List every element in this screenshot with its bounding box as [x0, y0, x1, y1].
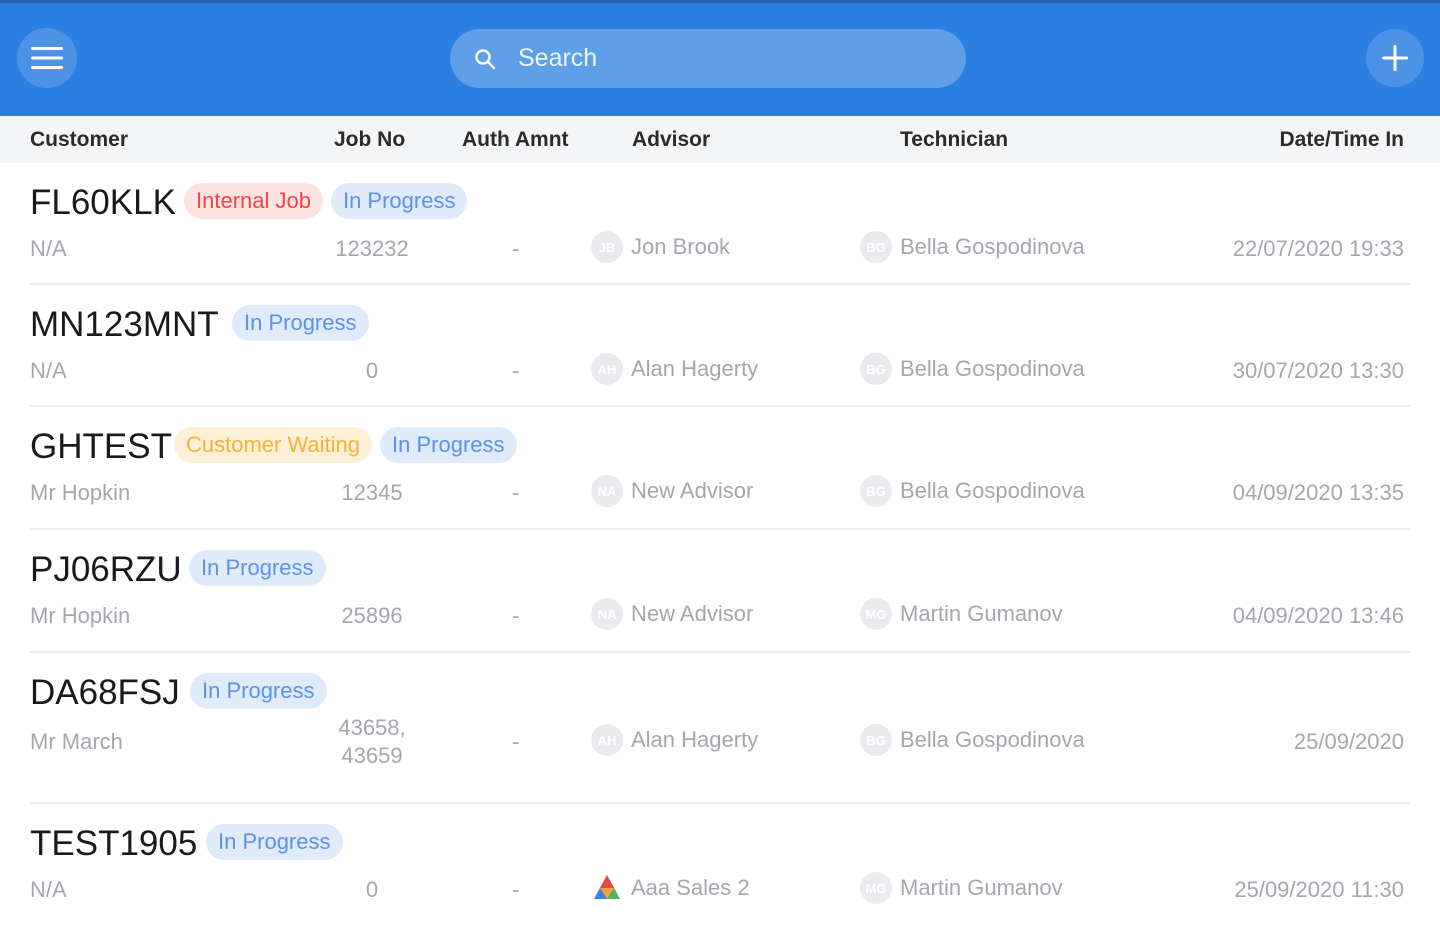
customer-name: Mr Hopkin	[30, 480, 131, 505]
table-row[interactable]: GHTEST Customer Waiting In Progress Mr H…	[0, 407, 1440, 530]
status-badge: In Progress	[380, 427, 517, 463]
advisor-name: Alan Hagerty	[631, 727, 759, 752]
table-row[interactable]: PJ06RZU In Progress Mr Hopkin 25896 - NA…	[0, 530, 1440, 653]
status-badge: In Progress	[189, 550, 326, 586]
customer-name: N/A	[30, 877, 67, 902]
advisor: JB Jon Brook	[591, 231, 730, 263]
technician-name: Bella Gospodinova	[900, 234, 1085, 259]
status-badge: In Progress	[190, 673, 327, 709]
technician: BG Bella Gospodinova	[860, 724, 1085, 756]
auth-amount: -	[512, 603, 520, 628]
advisor: NA New Advisor	[591, 598, 753, 630]
internal-job-badge: Internal Job	[184, 183, 323, 219]
technician: BG Bella Gospodinova	[860, 353, 1085, 385]
column-header-technician[interactable]: Technician	[900, 128, 1008, 152]
technician: MG Martin Gumanov	[860, 598, 1063, 630]
job-number-line: 43659	[341, 743, 403, 768]
logo-icon	[591, 872, 623, 904]
customer-name: N/A	[30, 236, 67, 261]
customer-waiting-badge: Customer Waiting	[174, 427, 373, 463]
search-input[interactable]	[518, 44, 918, 73]
table-row[interactable]: MN123MNT In Progress N/A 0 - AH Alan Hag…	[0, 285, 1440, 407]
technician-name: Martin Gumanov	[900, 875, 1063, 900]
column-header-advisor[interactable]: Advisor	[632, 128, 710, 152]
job-number: 0	[365, 877, 379, 902]
avatar: MG	[860, 598, 892, 630]
search-icon	[472, 46, 498, 72]
customer-name: Mr March	[30, 729, 123, 754]
job-number: 0	[365, 358, 379, 383]
vehicle-reg: FL60KLK	[30, 183, 176, 222]
avatar: BG	[860, 475, 892, 507]
avatar: JB	[591, 231, 623, 263]
advisor-name: New Advisor	[631, 478, 754, 503]
advisor-name: Jon Brook	[631, 234, 731, 259]
technician-name: Bella Gospodinova	[900, 356, 1085, 381]
menu-button[interactable]	[17, 28, 77, 88]
avatar: AH	[591, 724, 623, 756]
top-app-bar	[0, 0, 1440, 116]
technician: BG Bella Gospodinova	[860, 475, 1085, 507]
job-list: FL60KLK Internal Job In Progress N/A 123…	[0, 163, 1440, 926]
vehicle-reg: DA68FSJ	[30, 673, 180, 712]
technician: BG Bella Gospodinova	[860, 231, 1085, 263]
vehicle-reg: GHTEST	[30, 427, 172, 466]
table-row[interactable]: TEST1905 In Progress N/A 0 - Aaa Sales 2…	[0, 804, 1440, 926]
date-time-in: 04/09/2020 13:35	[1232, 480, 1404, 505]
auth-amount: -	[512, 480, 520, 505]
date-time-in: 25/09/2020	[1293, 729, 1404, 754]
auth-amount: -	[512, 877, 520, 902]
avatar: MG	[860, 872, 892, 904]
job-number: 25896	[341, 603, 403, 628]
column-header-customer[interactable]: Customer	[30, 128, 128, 152]
technician-name: Bella Gospodinova	[900, 478, 1085, 503]
column-header-job-no[interactable]: Job No	[334, 128, 405, 152]
date-time-in: 30/07/2020 13:30	[1232, 358, 1404, 383]
technician-name: Martin Gumanov	[900, 601, 1063, 626]
auth-amount: -	[512, 358, 520, 383]
status-badge: In Progress	[232, 305, 369, 341]
job-number: 12345	[341, 480, 403, 505]
avatar: BG	[860, 231, 892, 263]
auth-amount: -	[512, 236, 520, 261]
advisor: Aaa Sales 2	[591, 872, 750, 904]
plus-icon	[1382, 45, 1408, 71]
date-time-in: 25/09/2020 11:30	[1234, 877, 1404, 902]
date-time-in: 04/09/2020 13:46	[1232, 603, 1404, 628]
table-row[interactable]: FL60KLK Internal Job In Progress N/A 123…	[0, 163, 1440, 285]
search-bar[interactable]	[450, 29, 966, 88]
status-badge: In Progress	[206, 824, 343, 860]
advisor: NA New Advisor	[591, 475, 753, 507]
hamburger-menu-icon	[31, 47, 63, 69]
advisor: AH Alan Hagerty	[591, 724, 758, 756]
avatar: NA	[591, 598, 623, 630]
job-number-line: 43658,	[338, 715, 406, 740]
column-header-auth-amnt[interactable]: Auth Amnt	[462, 128, 569, 152]
avatar: BG	[860, 353, 892, 385]
customer-name: N/A	[30, 358, 67, 383]
avatar: AH	[591, 353, 623, 385]
technician: MG Martin Gumanov	[860, 872, 1063, 904]
status-edge	[0, 0, 1440, 3]
date-time-in: 22/07/2020 19:33	[1232, 236, 1404, 261]
table-row[interactable]: DA68FSJ In Progress Mr March 43658, 4365…	[0, 653, 1440, 804]
customer-name: Mr Hopkin	[30, 603, 131, 628]
table-header: Customer Job No Auth Amnt Advisor Techni…	[0, 116, 1440, 163]
vehicle-reg: TEST1905	[30, 824, 198, 863]
advisor-name: New Advisor	[631, 601, 754, 626]
job-number: 43658, 43659	[312, 714, 432, 770]
status-badge: In Progress	[330, 183, 468, 219]
technician-name: Bella Gospodinova	[900, 727, 1085, 752]
auth-amount: -	[512, 729, 520, 754]
add-job-button[interactable]	[1366, 29, 1424, 87]
avatar: NA	[591, 475, 623, 507]
avatar: BG	[860, 724, 892, 756]
vehicle-reg: PJ06RZU	[30, 550, 182, 589]
advisor-name: Alan Hagerty	[631, 356, 759, 381]
job-number: 123232	[335, 236, 409, 261]
column-header-date-time-in[interactable]: Date/Time In	[1280, 128, 1404, 152]
advisor-name: Aaa Sales 2	[631, 875, 750, 900]
vehicle-reg: MN123MNT	[30, 305, 219, 344]
advisor: AH Alan Hagerty	[591, 353, 758, 385]
